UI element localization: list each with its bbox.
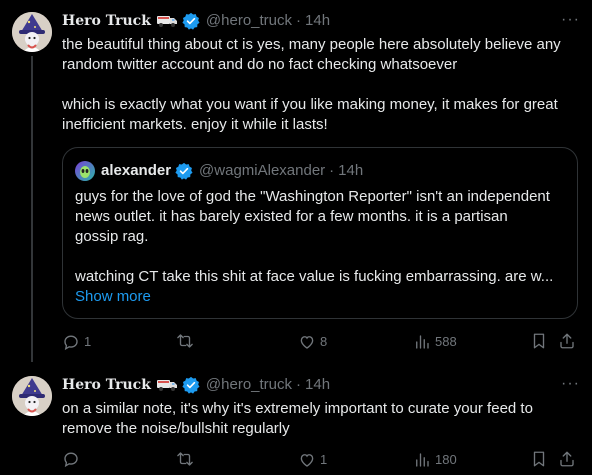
- views-button[interactable]: 180: [413, 450, 457, 470]
- timestamp[interactable]: 14h: [305, 11, 330, 31]
- quote-avatar: [75, 161, 95, 181]
- analytics-icon: [416, 335, 429, 349]
- show-more-link[interactable]: Show more: [75, 287, 151, 307]
- reply-button[interactable]: 1: [62, 332, 91, 352]
- quote-timestamp[interactable]: 14h: [338, 161, 363, 181]
- quote-tweet-card[interactable]: alexander @wagmiAlexander · 14h guys for…: [62, 147, 578, 319]
- reply-button[interactable]: [62, 450, 84, 468]
- view-count: 588: [435, 334, 457, 349]
- tweet-header: Hero Truck @hero_truck · 14h ···: [62, 11, 580, 31]
- bookmark-icon: [533, 333, 545, 349]
- author-handle[interactable]: @hero_truck: [206, 375, 292, 395]
- repost-icon: [177, 452, 193, 466]
- like-button[interactable]: 1: [298, 450, 327, 470]
- author-name[interactable]: Hero Truck: [62, 375, 151, 395]
- like-count: 1: [320, 452, 328, 467]
- wizard-avatar-icon: [12, 376, 52, 416]
- view-count: 180: [435, 452, 457, 467]
- repost-button[interactable]: [176, 332, 194, 350]
- tweet-actions: 1 8 588: [62, 332, 580, 352]
- author-name[interactable]: Hero Truck: [62, 11, 151, 31]
- like-button[interactable]: 8: [298, 332, 327, 352]
- truck-emoji-icon: [156, 380, 177, 391]
- share-icon: [560, 451, 574, 467]
- bookmark-icon: [533, 451, 545, 467]
- tweet-header: Hero Truck @hero_truck · 14h ···: [62, 375, 580, 395]
- reply-icon: [64, 335, 78, 351]
- tweet-text: the beautiful thing about ct is yes, man…: [62, 36, 561, 133]
- verified-badge-icon[interactable]: [175, 162, 193, 180]
- more-options-icon[interactable]: ···: [561, 374, 580, 394]
- heart-icon: [300, 454, 314, 467]
- separator-dot: ·: [296, 12, 302, 29]
- thread-line: [31, 56, 33, 362]
- like-count: 8: [320, 334, 328, 349]
- avatar[interactable]: [12, 376, 52, 416]
- alien-avatar-icon: [80, 166, 90, 178]
- quote-text: guys for the love of god the "Washington…: [75, 188, 554, 285]
- share-button[interactable]: [558, 450, 576, 468]
- repost-button[interactable]: [176, 450, 194, 468]
- quote-author-handle[interactable]: @wagmiAlexander: [199, 161, 325, 181]
- tweet[interactable]: Hero Truck @hero_truck · 14h ··· the bea…: [0, 0, 592, 370]
- truck-emoji-icon: [156, 16, 177, 27]
- share-icon: [560, 333, 574, 349]
- bookmark-button[interactable]: [530, 450, 548, 468]
- more-options-icon[interactable]: ···: [561, 10, 580, 30]
- share-button[interactable]: [558, 332, 576, 350]
- tweet-actions: 1 180: [62, 450, 580, 470]
- wizard-avatar-icon: [12, 12, 52, 52]
- verified-badge-icon[interactable]: [182, 12, 200, 30]
- separator-dot: ·: [296, 376, 302, 393]
- separator-dot: ·: [329, 162, 335, 179]
- tweet[interactable]: Hero Truck @hero_truck · 14h ··· on a si…: [0, 370, 592, 475]
- views-button[interactable]: 588: [413, 332, 457, 352]
- heart-icon: [300, 336, 314, 349]
- verified-badge-icon[interactable]: [182, 376, 200, 394]
- quote-header: alexander @wagmiAlexander · 14h: [75, 161, 363, 181]
- analytics-icon: [416, 453, 429, 467]
- author-handle[interactable]: @hero_truck: [206, 11, 292, 31]
- tweet-text: on a similar note, it's why it's extreme…: [62, 400, 533, 437]
- avatar[interactable]: [12, 12, 52, 52]
- reply-icon: [64, 452, 78, 468]
- bookmark-button[interactable]: [530, 332, 548, 350]
- reply-count: 1: [84, 334, 92, 349]
- quote-author-name[interactable]: alexander: [101, 161, 171, 181]
- timestamp[interactable]: 14h: [305, 375, 330, 395]
- repost-icon: [177, 334, 193, 348]
